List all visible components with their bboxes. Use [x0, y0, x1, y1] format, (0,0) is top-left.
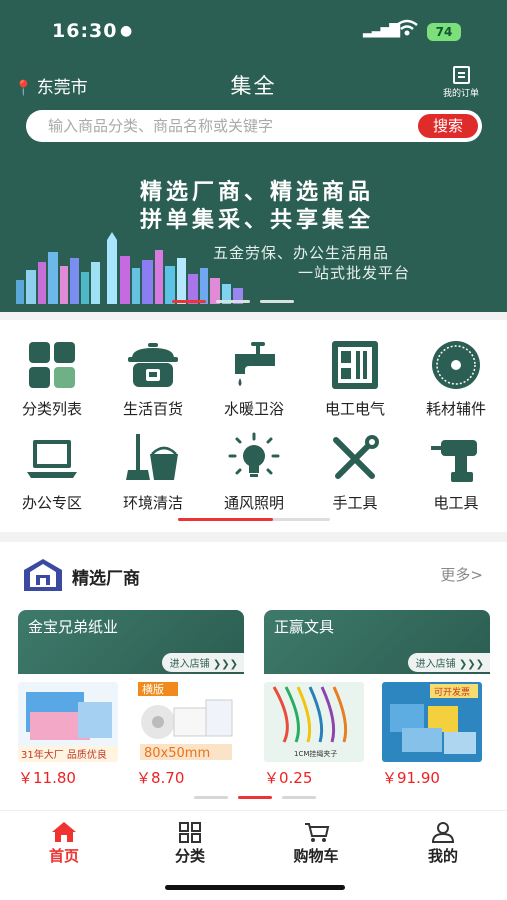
mop-bucket-icon	[126, 434, 178, 480]
order-list-icon	[452, 66, 470, 84]
wifi-icon	[396, 19, 418, 42]
tab-label: 首页	[48, 847, 79, 865]
my-orders-button[interactable]: 我的订单	[433, 66, 489, 99]
category-item[interactable]: 分类列表	[2, 338, 102, 419]
tab-home[interactable]: 首页	[29, 821, 99, 866]
enter-store-button[interactable]: 进入店铺 ❯❯❯	[407, 653, 490, 672]
banner-headline-2: 拼单集采、共享集全	[140, 208, 375, 233]
category-label: 耗材辅件	[425, 400, 486, 418]
category-item[interactable]: 电工具	[406, 432, 506, 513]
category-label: 生活百货	[122, 400, 183, 418]
grid-icon	[179, 822, 201, 843]
product-price: ￥11.80	[18, 769, 76, 787]
product-image: 可开发票	[382, 682, 482, 762]
shop-house-icon	[24, 559, 62, 591]
store-card[interactable]: 正赢文具 进入店铺 ❯❯❯ 1CM挂绳夹子 ￥0.25 可开发票 ￥91.90	[264, 610, 490, 787]
category-item[interactable]: 电工电气	[305, 338, 405, 419]
banner-subline-1: 五金劳保、办公生活用品	[213, 244, 390, 262]
store-banner: 金宝兄弟纸业 进入店铺 ❯❯❯	[18, 610, 244, 674]
product-image: 1CM挂绳夹子	[264, 682, 364, 762]
svg-text:可开发票: 可开发票	[434, 686, 470, 698]
store-name: 金宝兄弟纸业	[28, 618, 119, 636]
city-skyline-image	[16, 232, 243, 304]
product-image: 横版 80x50mm	[136, 682, 236, 762]
category-label: 分类列表	[21, 400, 82, 418]
product-card[interactable]: 横版 80x50mm ￥8.70	[136, 682, 236, 788]
product-price: ￥91.90	[382, 769, 440, 787]
signal-icon: ▂▃▅▇	[363, 22, 400, 38]
banner-subline-2: 一站式批发平台	[298, 264, 411, 282]
drill-icon	[431, 440, 477, 482]
status-bar: 16:30 ● ▂▃▅▇ 74	[0, 18, 507, 48]
product-image: 31年大厂 品质优良	[18, 682, 118, 762]
category-scroll-indicator	[178, 518, 330, 521]
category-label: 电工电气	[324, 400, 385, 418]
section-title: 精选厂商	[72, 569, 140, 589]
category-grid: 分类列表 生活百货 水暖卫浴 电工电气 耗材辅件 办公专区 环境清洁 通风照明 …	[0, 320, 507, 532]
category-item[interactable]: 手工具	[305, 432, 405, 513]
banner-dot[interactable]	[172, 300, 206, 303]
home-indicator	[165, 885, 345, 890]
more-link[interactable]: 更多>	[440, 564, 483, 585]
tab-label: 购物车	[293, 847, 339, 865]
category-item[interactable]: 水暖卫浴	[204, 338, 304, 419]
svg-text:31年大厂 品质优良: 31年大厂 品质优良	[21, 748, 107, 761]
category-item[interactable]: 环境清洁	[103, 432, 203, 513]
cart-icon	[305, 823, 330, 842]
svg-text:横版: 横版	[142, 682, 164, 696]
user-icon	[431, 822, 455, 843]
category-label: 电工具	[433, 494, 479, 512]
category-item[interactable]: 生活百货	[103, 338, 203, 419]
product-card[interactable]: 1CM挂绳夹子 ￥0.25	[264, 682, 364, 788]
category-label: 环境清洁	[122, 494, 183, 512]
wrench-screwdriver-icon	[333, 435, 379, 479]
banner-dot[interactable]	[260, 300, 294, 303]
person-icon: ●	[120, 23, 133, 39]
electric-box-icon	[332, 341, 378, 389]
category-label: 水暖卫浴	[223, 400, 284, 418]
category-label: 通风照明	[223, 494, 284, 512]
enter-store-button[interactable]: 进入店铺 ❯❯❯	[161, 653, 244, 672]
product-card[interactable]: 可开发票 ￥91.90	[382, 682, 482, 788]
category-item[interactable]: 通风照明	[204, 432, 304, 513]
tab-cart[interactable]: 购物车	[281, 821, 351, 866]
tab-label: 我的	[427, 847, 458, 865]
category-item[interactable]: 耗材辅件	[406, 338, 506, 419]
search-bar: 搜索	[26, 110, 482, 142]
store-card[interactable]: 金宝兄弟纸业 进入店铺 ❯❯❯ 31年大厂 品质优良 ￥11.80 横版 80x…	[18, 610, 244, 787]
home-icon	[52, 822, 76, 842]
banner-pagination	[172, 300, 304, 312]
vendor-dot[interactable]	[282, 796, 316, 799]
vendor-dot[interactable]	[238, 796, 272, 799]
category-label: 办公专区	[21, 494, 82, 512]
status-time: 16:30	[52, 20, 118, 42]
laptop-icon	[27, 440, 77, 478]
battery-indicator: 74	[427, 23, 461, 41]
faucet-icon	[235, 342, 275, 386]
svg-text:1CM挂绳夹子: 1CM挂绳夹子	[294, 749, 337, 758]
grid-icon	[29, 342, 75, 388]
category-label: 手工具	[332, 494, 378, 512]
tab-label: 分类	[174, 847, 205, 865]
page-title: 集全	[230, 74, 277, 98]
vendor-dot[interactable]	[194, 796, 228, 799]
banner-dot[interactable]	[216, 300, 250, 303]
store-banner: 正赢文具 进入店铺 ❯❯❯	[264, 610, 490, 674]
store-name: 正赢文具	[274, 618, 335, 636]
search-input[interactable]	[48, 114, 408, 138]
rice-cooker-icon	[128, 343, 178, 387]
my-orders-label: 我的订单	[442, 89, 479, 99]
saw-blade-icon	[432, 341, 480, 389]
search-button[interactable]: 搜索	[418, 114, 478, 138]
tab-mine[interactable]: 我的	[408, 821, 478, 866]
svg-text:80x50mm: 80x50mm	[144, 746, 210, 761]
featured-vendors-section: 精选厂商 更多> 金宝兄弟纸业 进入店铺 ❯❯❯ 31年大厂 品质优良 ￥11.…	[0, 542, 507, 810]
product-price: ￥8.70	[136, 769, 185, 787]
header: 16:30 ● ▂▃▅▇ 74 📍东莞市 集全 我的订单 搜索	[0, 0, 507, 312]
tab-category[interactable]: 分类	[155, 821, 225, 866]
product-price: ￥0.25	[264, 769, 313, 787]
product-card[interactable]: 31年大厂 品质优良 ￥11.80	[18, 682, 118, 788]
category-item[interactable]: 办公专区	[2, 432, 102, 513]
lightbulb-icon	[228, 432, 280, 477]
